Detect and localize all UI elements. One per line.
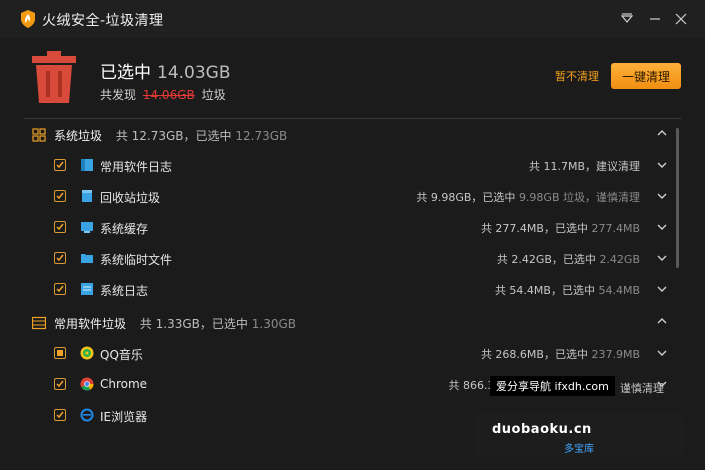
system-cache-icon bbox=[81, 222, 93, 233]
chevron-down-icon[interactable] bbox=[656, 160, 668, 170]
close-icon bbox=[675, 13, 687, 25]
item-size: 共 54.4MB，已选中 54.4MB bbox=[494, 284, 640, 297]
category-row-system[interactable]: 系统垃圾 共 12.73GB，已选中 12.73GB bbox=[24, 119, 674, 150]
check-icon bbox=[56, 223, 64, 231]
check-icon bbox=[56, 380, 64, 388]
window-title: 火绒安全-垃圾清理 bbox=[42, 13, 164, 29]
watermark-site: duobaoku.cn bbox=[492, 422, 592, 437]
title-bar: 火绒安全-垃圾清理 bbox=[0, 0, 705, 38]
trash-bin-icon bbox=[32, 51, 76, 103]
list-scrollbar[interactable] bbox=[676, 128, 679, 268]
check-icon bbox=[56, 192, 64, 200]
minimize-button[interactable] bbox=[645, 9, 665, 29]
item-checkbox[interactable] bbox=[54, 283, 66, 295]
item-row[interactable]: 回收站垃圾 共 9.98GB，已选中 9.98GB 垃圾，谨慎清理 bbox=[24, 181, 674, 212]
chevron-up-icon[interactable] bbox=[656, 315, 668, 327]
chevron-up-icon[interactable] bbox=[656, 127, 668, 139]
chevron-down-icon[interactable] bbox=[656, 191, 668, 201]
dropdown-icon bbox=[620, 13, 634, 23]
scan-summary: 已选中 14.03GB 共发现 14.06GB 垃圾 暂不清理 一键清理 bbox=[0, 38, 705, 118]
check-icon bbox=[56, 161, 64, 169]
item-size: 共 9.98GB，已选中 9.98GB 垃圾，谨慎清理 bbox=[416, 191, 640, 204]
dropdown-button[interactable] bbox=[617, 9, 637, 29]
recycle-bin-icon bbox=[82, 190, 92, 202]
item-checkbox[interactable] bbox=[54, 221, 66, 233]
close-button[interactable] bbox=[671, 9, 691, 29]
check-icon bbox=[56, 285, 64, 293]
item-checkbox-partial[interactable] bbox=[54, 347, 66, 359]
chevron-down-icon[interactable] bbox=[656, 284, 668, 294]
qq-music-icon bbox=[80, 346, 94, 360]
chrome-icon bbox=[80, 377, 94, 391]
system-log-icon bbox=[81, 283, 93, 295]
item-checkbox[interactable] bbox=[54, 159, 66, 171]
windows-icon bbox=[32, 128, 46, 142]
check-icon bbox=[56, 411, 64, 419]
item-row[interactable]: QQ音乐 共 268.6MB，已选中 237.9MB bbox=[24, 338, 674, 369]
huorong-logo-icon bbox=[21, 10, 35, 28]
found-size: 共发现 14.06GB 垃圾 bbox=[100, 88, 226, 102]
item-row[interactable]: 系统日志 共 54.4MB，已选中 54.4MB bbox=[24, 274, 674, 305]
item-size: 共 277.4MB，已选中 277.4MB bbox=[480, 222, 640, 235]
item-checkbox[interactable] bbox=[54, 378, 66, 390]
item-checkbox[interactable] bbox=[54, 190, 66, 202]
chevron-down-icon[interactable] bbox=[656, 253, 668, 263]
watermark-sub: 多宝库 bbox=[564, 444, 594, 455]
item-size: 共 268.6MB，已选中 237.9MB bbox=[480, 348, 640, 361]
chevron-down-icon[interactable] bbox=[656, 348, 668, 358]
item-checkbox[interactable] bbox=[54, 409, 66, 421]
category-label: 系统垃圾 共 12.73GB，已选中 12.73GB bbox=[54, 129, 288, 143]
overlay-tag-tail: 谨慎清理 bbox=[620, 382, 664, 395]
overlay-tag: 爱分享导航 ifxdh.com bbox=[490, 376, 615, 396]
check-icon bbox=[56, 254, 64, 262]
item-size: 共 2.42GB，已选中 2.42GB bbox=[496, 253, 640, 266]
minimize-icon bbox=[650, 18, 660, 20]
temp-folder-icon bbox=[81, 254, 93, 263]
skip-clean-link[interactable]: 暂不清理 bbox=[555, 68, 599, 84]
software-list-icon bbox=[32, 316, 46, 330]
selected-size: 已选中 14.03GB bbox=[100, 63, 231, 83]
item-row[interactable]: 系统缓存 共 277.4MB，已选中 277.4MB bbox=[24, 212, 674, 243]
item-row[interactable]: 常用软件日志 共 11.7MB，建议清理 bbox=[24, 150, 674, 181]
item-checkbox[interactable] bbox=[54, 252, 66, 264]
ie-browser-icon bbox=[80, 408, 94, 422]
item-size: 共 11.7MB，建议清理 bbox=[528, 160, 640, 173]
one-click-clean-button[interactable]: 一键清理 bbox=[611, 63, 681, 89]
category-row-software[interactable]: 常用软件垃圾 共 1.33GB，已选中 1.30GB bbox=[24, 307, 674, 338]
item-row[interactable]: 系统临时文件 共 2.42GB，已选中 2.42GB bbox=[24, 243, 674, 274]
category-label: 常用软件垃圾 共 1.33GB，已选中 1.30GB bbox=[54, 317, 296, 331]
chevron-down-icon[interactable] bbox=[656, 222, 668, 232]
watermark: duobaoku.cn 多宝库 bbox=[474, 414, 685, 457]
app-log-icon bbox=[81, 159, 93, 171]
